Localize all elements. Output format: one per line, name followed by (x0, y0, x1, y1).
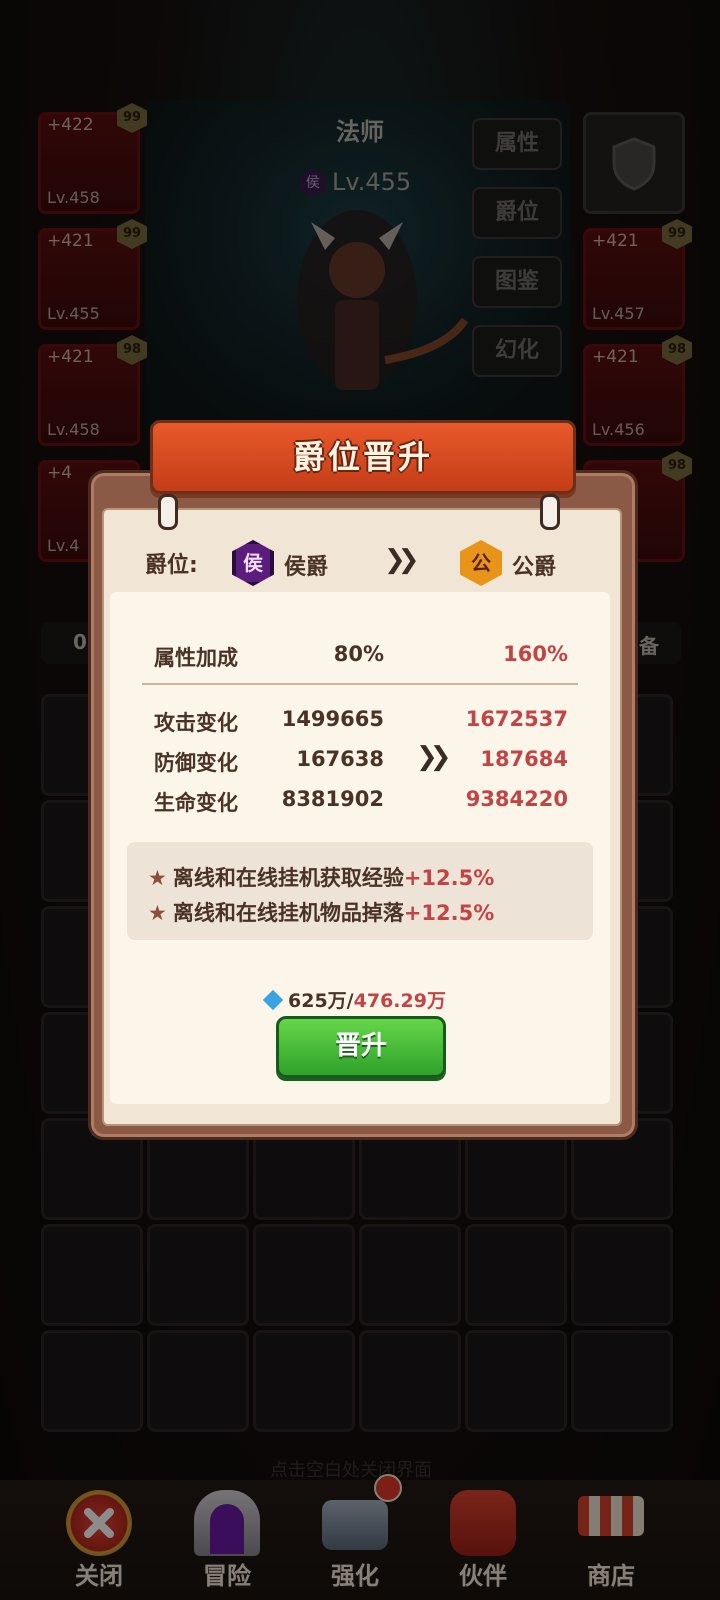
attack-to: 1672537 (465, 707, 568, 731)
cost-separator: / (346, 990, 354, 1012)
divider (142, 683, 578, 685)
bonus-text: 离线和在线挂机物品掉落 (172, 901, 404, 925)
bonus-text: 离线和在线挂机获取经验 (172, 866, 404, 890)
attack-from: 1499665 (281, 707, 384, 731)
hp-from: 8381902 (281, 787, 384, 811)
hanging-ring-icon (158, 494, 178, 530)
star-icon: ★ (148, 866, 167, 890)
attack-change-label: 攻击变化 (154, 711, 238, 735)
current-rank-name: 侯爵 (284, 555, 329, 580)
promote-button[interactable]: 晋升 (276, 1016, 446, 1078)
attr-bonus-label: 属性加成 (154, 646, 238, 670)
cost-have: 625万 (288, 990, 347, 1012)
rank-label: 爵位: (145, 553, 198, 578)
hanging-ring-icon (540, 494, 560, 530)
hp-to: 9384220 (465, 787, 568, 811)
next-rank-name: 公爵 (512, 555, 557, 580)
cost-need: 476.29万 (353, 990, 446, 1012)
diamond-icon (262, 989, 284, 1011)
attr-bonus-to: 160% (503, 642, 568, 666)
double-chevron-right-icon: ❯❯ (384, 545, 419, 575)
promotion-cost: 625万/476.29万 (262, 986, 446, 1013)
bonus-exp: ★ 离线和在线挂机获取经验+12.5% (148, 862, 494, 892)
attr-bonus-from: 80% (333, 642, 384, 666)
bonus-value: +12.5% (403, 901, 495, 925)
dialog-title: 爵位晋升 (292, 438, 433, 476)
star-icon: ★ (148, 901, 167, 925)
hp-change-label: 生命变化 (154, 791, 238, 815)
defense-to: 187684 (480, 747, 568, 771)
defense-change-label: 防御变化 (154, 751, 238, 775)
defense-from: 167638 (296, 747, 384, 771)
bonus-value: +12.5% (403, 866, 495, 890)
bonus-drop: ★ 离线和在线挂机物品掉落+12.5% (148, 897, 494, 927)
